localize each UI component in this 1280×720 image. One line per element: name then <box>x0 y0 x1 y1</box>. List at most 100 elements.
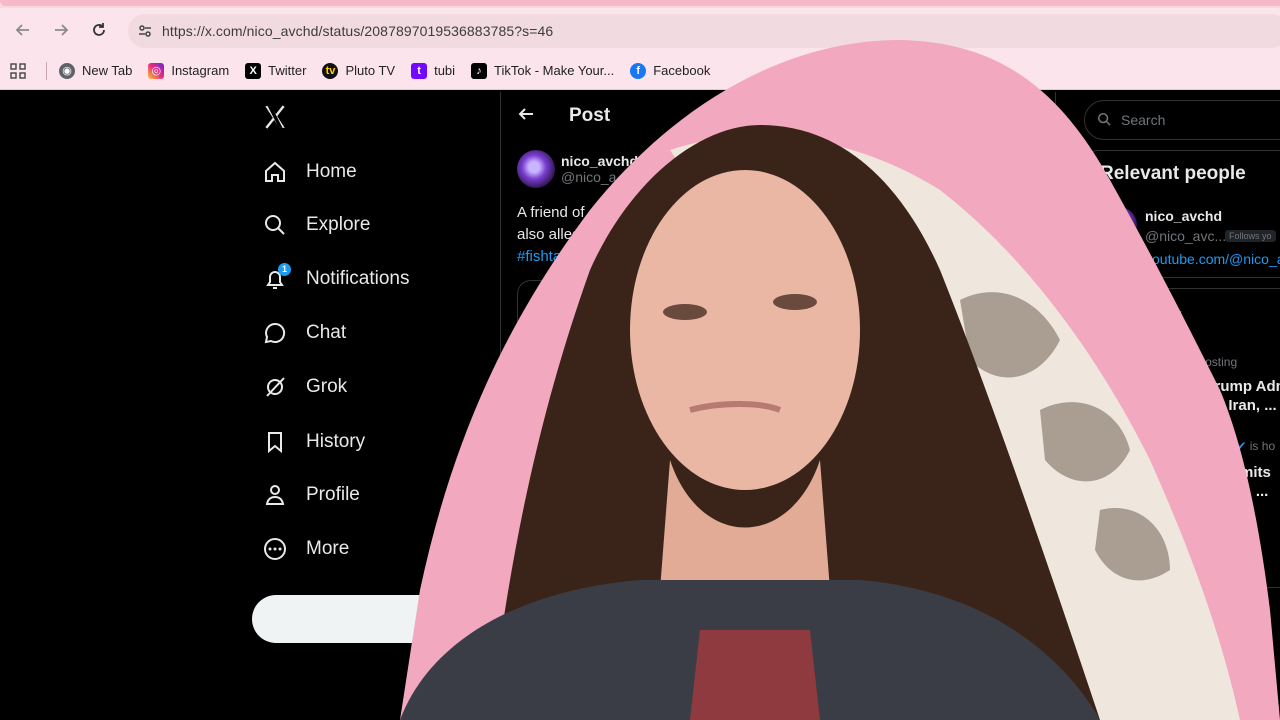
active-tab-edge[interactable] <box>0 0 1280 6</box>
nav-grok[interactable]: Grok <box>262 367 347 407</box>
x-sidebar-nav: Home Explore 1 Notifications Chat Grok H… <box>250 92 500 720</box>
post-button[interactable] <box>252 595 472 643</box>
live-item-2[interactable]: Admits Iran, ... <box>1220 463 1271 501</box>
bookmarks-bar: ◉ New Tab ◎ Instagram X Twitter tv Pluto TV … <box>0 52 1280 90</box>
tiktok-icon: ♪ <box>471 62 488 79</box>
nav-notifications[interactable]: 1 Notifications <box>262 259 410 299</box>
nav-label-explore: Explore <box>306 214 371 235</box>
nav-chat[interactable]: Chat <box>262 313 346 353</box>
nav-label-grok: Grok <box>306 376 348 397</box>
chrome-icon: ◉ <box>59 62 75 79</box>
forward-icon[interactable] <box>46 15 76 45</box>
site-settings-icon[interactable] <box>128 14 162 48</box>
relevant-people-box: Relevant people nico_avchd @nico_avc... … <box>1084 150 1280 278</box>
post-more-icon[interactable]: ··· <box>1023 154 1039 172</box>
author-name[interactable]: nico_avchd <box>561 153 638 169</box>
facebook-icon: f <box>630 62 647 79</box>
search-placeholder: Search <box>1121 112 1166 128</box>
bookmark-instagram[interactable]: ◎ Instagram <box>148 62 230 79</box>
author-handle: @nico_a <box>561 169 617 185</box>
host-status: is hosting <box>1186 355 1238 369</box>
profile-link[interactable]: youtube.com/@nico_a <box>1145 251 1280 267</box>
nav-label-home: Home <box>306 161 357 182</box>
bookmark-label: tubi <box>434 63 456 78</box>
bookmark-label: Instagram <box>171 63 230 78</box>
url-text[interactable]: https://x.com/nico_avchd/status/20878970… <box>162 23 553 39</box>
search-icon <box>1097 112 1113 128</box>
quoted-card[interactable]: T <box>517 280 1037 370</box>
nav-explore[interactable]: Explore <box>262 205 370 245</box>
instagram-icon: ◎ <box>148 62 165 79</box>
bookmark-new-tab[interactable]: ◉ New Tab <box>59 62 133 79</box>
more-circle-icon <box>262 536 288 562</box>
notification-badge: 1 <box>278 263 291 276</box>
post-text-line2: also alleg <box>517 226 581 243</box>
browser-toolbar: https://x.com/nico_avchd/status/20878970… <box>0 8 1280 52</box>
live-item-2-line1: Admits <box>1220 464 1271 481</box>
main-column: Post nico_avchd @nico_a ··· A friend of … <box>500 92 1056 720</box>
bookmark-label: New Tab <box>82 63 133 78</box>
bookmark-twitter[interactable]: X Twitter <box>245 62 307 79</box>
live-title: e on X <box>1125 309 1183 330</box>
nav-label-more: More <box>306 538 350 559</box>
host-name: work <box>1205 439 1234 453</box>
bookmark-tubi[interactable]: t tubi <box>411 62 456 79</box>
host-status: is ho <box>1249 439 1276 453</box>
follows-you-badge: Follows yo <box>1225 230 1276 242</box>
hashtag-link[interactable]: #fishtan <box>517 246 1017 268</box>
bookmark-label: Pluto TV <box>345 63 396 78</box>
relevant-person-handle: @nico_avc... <box>1145 228 1227 244</box>
address-bar[interactable]: https://x.com/nico_avchd/status/20878970… <box>128 14 1280 48</box>
live-item-3[interactable]: ER <box>1230 539 1249 555</box>
nav-label-history: History <box>306 431 366 452</box>
back-arrow-icon[interactable] <box>517 105 537 128</box>
nav-more[interactable]: More <box>262 529 349 569</box>
avatar[interactable] <box>1101 207 1137 243</box>
live-host-2[interactable]: work ✔ is ho <box>1205 439 1275 453</box>
live-host-1[interactable]: nes ✔ is hosting <box>1149 355 1237 369</box>
post-author[interactable]: nico_avchd @nico_a <box>517 150 638 188</box>
apps-icon[interactable] <box>10 62 26 79</box>
bell-icon: 1 <box>262 263 291 292</box>
back-icon[interactable] <box>8 15 38 45</box>
avatar[interactable] <box>517 150 555 188</box>
nav-history[interactable]: History <box>262 422 365 462</box>
reload-icon[interactable] <box>84 15 114 45</box>
relevant-people-title: Relevant people <box>1100 163 1246 184</box>
post-header: Post <box>501 92 1057 140</box>
bookmark-label: Facebook <box>653 63 711 78</box>
bookmark-label: Twitter <box>268 63 307 78</box>
bookmark-pluto-tv[interactable]: tv Pluto TV <box>322 62 396 79</box>
card-text: T <box>534 303 542 318</box>
bookmark-tiktok[interactable]: ♪ TikTok - Make Your... <box>471 62 614 79</box>
home-icon <box>262 159 288 185</box>
chat-icon <box>262 320 288 346</box>
verified-icon: ✔ <box>1173 355 1184 369</box>
post-text: A friend of also alleg #fishtan <box>517 202 1017 268</box>
nav-label-profile: Profile <box>306 484 360 505</box>
nav-label-notifications: Notifications <box>306 268 410 289</box>
screen: https://x.com/nico_avchd/status/20878970… <box>0 0 1280 720</box>
relevant-person-name[interactable]: nico_avchd <box>1145 208 1222 224</box>
nav-home[interactable]: Home <box>262 152 357 192</box>
host-name: nes <box>1149 355 1170 369</box>
plutotv-icon: tv <box>322 62 339 79</box>
live-item-2-line2: Iran, ... <box>1220 483 1269 500</box>
live-item-1[interactable]: VE: Trump Adm eat In Iran, ... <box>1177 377 1280 415</box>
search-icon <box>262 212 288 238</box>
page-title: Post <box>569 105 611 126</box>
post-text-line1: A friend of <box>517 204 585 221</box>
grok-icon <box>262 374 288 400</box>
bookmark-facebook[interactable]: f Facebook <box>630 62 711 79</box>
right-sidebar: Search Relevant people nico_avchd @nico_… <box>1072 92 1280 720</box>
live-item-1-line2: eat In Iran, ... <box>1185 397 1277 414</box>
live-item-1-line1: VE: Trump Adm <box>1177 378 1280 395</box>
tab-strip <box>0 0 1280 8</box>
search-input[interactable]: Search <box>1084 100 1280 140</box>
person-icon <box>262 482 288 508</box>
live-on-x-box: e on X nes ✔ is hosting VE: Trump Adm eat… <box>1084 288 1280 588</box>
x-logo-icon[interactable] <box>262 104 292 134</box>
tubi-icon: t <box>411 62 428 79</box>
verified-icon: ✔ <box>1236 439 1247 453</box>
nav-profile[interactable]: Profile <box>262 475 360 515</box>
